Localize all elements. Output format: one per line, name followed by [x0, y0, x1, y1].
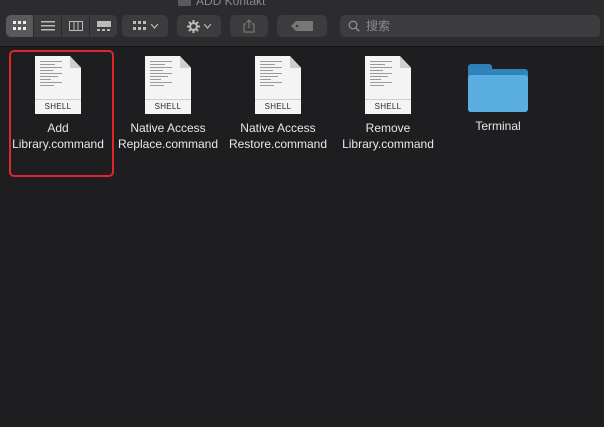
file-type-badge: SHELL — [145, 99, 191, 111]
search-field[interactable] — [340, 15, 600, 37]
file-item-terminal[interactable]: Terminal — [443, 51, 553, 134]
search-input[interactable] — [366, 19, 586, 33]
column-view-icon — [68, 21, 83, 31]
file-grid: SHELL Add Library.command SHELL Native A… — [0, 47, 604, 427]
folder-icon — [178, 0, 191, 6]
file-type-badge: SHELL — [255, 99, 301, 111]
file-item-native-access-restore[interactable]: SHELL Native Access Restore.command — [223, 51, 333, 152]
file-item-remove-library[interactable]: SHELL Remove Library.command — [333, 51, 443, 152]
grid-icon — [132, 21, 146, 30]
icon-view-icon — [12, 21, 26, 30]
toolbar: ADD Kontakt — [0, 0, 604, 47]
column-view-button[interactable] — [62, 15, 90, 37]
folder-icon — [468, 64, 528, 112]
list-view-icon — [40, 21, 55, 31]
folder-name: Terminal — [475, 119, 521, 133]
window-title: ADD Kontakt — [178, 0, 265, 8]
file-item-native-access-replace[interactable]: SHELL Native Access Replace.command — [113, 51, 223, 152]
shell-document-icon: SHELL — [255, 56, 301, 114]
tag-icon — [291, 21, 313, 31]
icon-view-button[interactable] — [6, 15, 34, 37]
group-by-button[interactable] — [122, 15, 168, 37]
list-view-button[interactable] — [34, 15, 62, 37]
shell-document-icon: SHELL — [35, 56, 81, 114]
finder-window: ADD Kontakt 搜索 SHELL Add Library.command… — [0, 0, 604, 427]
shell-document-icon: SHELL — [365, 56, 411, 114]
file-name: Native Access Replace.command — [117, 121, 219, 151]
file-item-add-library[interactable]: SHELL Add Library.command — [3, 51, 113, 152]
file-type-badge: SHELL — [35, 99, 81, 111]
window-title-text: ADD Kontakt — [196, 0, 266, 8]
file-name: Native Access Restore.command — [228, 121, 328, 151]
file-name: Add Library.command — [12, 121, 104, 151]
tags-button[interactable] — [277, 15, 327, 37]
share-icon — [243, 19, 255, 33]
gallery-view-button[interactable] — [90, 15, 117, 37]
shell-document-icon: SHELL — [145, 56, 191, 114]
gallery-view-icon — [96, 21, 111, 31]
chevron-down-icon — [204, 23, 211, 29]
file-name: Remove Library.command — [342, 121, 434, 151]
share-button[interactable] — [230, 15, 268, 37]
gear-icon — [187, 19, 200, 33]
view-mode-control — [6, 15, 117, 37]
search-icon — [348, 20, 360, 32]
action-button[interactable] — [177, 15, 221, 37]
chevron-down-icon — [150, 23, 158, 29]
file-type-badge: SHELL — [365, 99, 411, 111]
